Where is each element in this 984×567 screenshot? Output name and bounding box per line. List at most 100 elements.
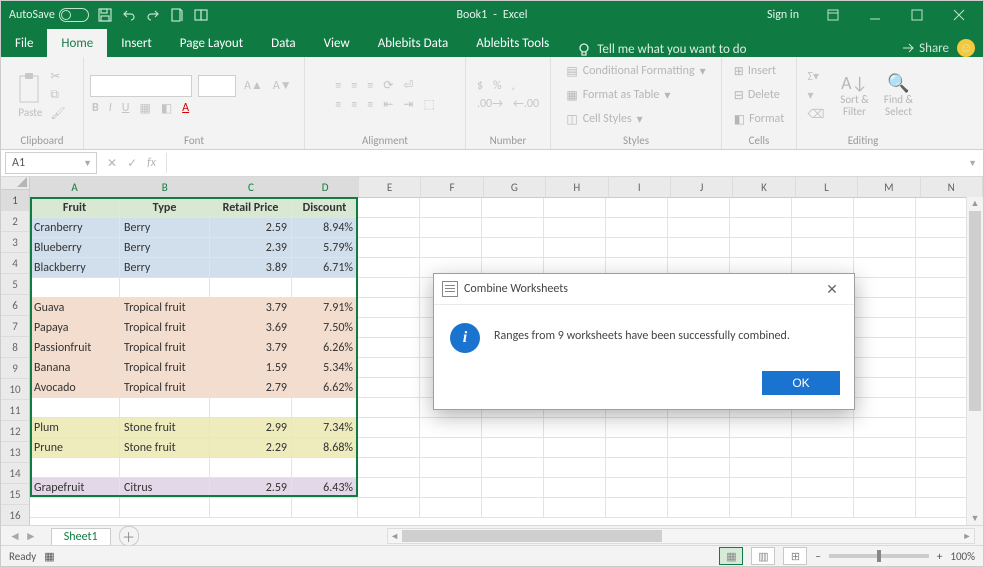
cell[interactable]: Berry [120, 238, 210, 258]
cell[interactable]: Stone fruit [120, 438, 210, 458]
cell-styles-button[interactable]: ◫Cell Styles▾ [566, 109, 642, 129]
cancel-formula-icon[interactable]: ✕ [107, 156, 117, 171]
view-layout-button[interactable]: ▥ [751, 547, 775, 565]
cell[interactable]: Stone fruit [120, 418, 210, 438]
share-button[interactable]: Share [901, 41, 949, 56]
cell[interactable] [210, 458, 292, 478]
cell[interactable]: 3.79 [210, 338, 292, 358]
add-sheet-button[interactable]: ＋ [119, 526, 139, 546]
cell[interactable] [210, 498, 292, 518]
cell[interactable]: 2.59 [210, 478, 292, 498]
cell[interactable] [730, 478, 792, 498]
cell[interactable] [358, 338, 420, 358]
cell[interactable] [544, 198, 606, 218]
cell[interactable]: 6.71% [292, 258, 358, 278]
cell[interactable] [854, 278, 916, 298]
view-pagebreak-button[interactable]: ⊞ [783, 547, 807, 565]
cell[interactable] [420, 478, 482, 498]
cell[interactable]: Tropical fruit [120, 358, 210, 378]
cell[interactable] [792, 238, 854, 258]
tab-data[interactable]: Data [257, 29, 310, 57]
smiley-icon[interactable]: ☺ [957, 39, 975, 57]
cell[interactable] [854, 458, 916, 478]
qat-new-icon[interactable] [169, 7, 185, 23]
indent-dec-icon[interactable]: ⇤ [381, 97, 395, 112]
row-header[interactable]: 4 [1, 253, 29, 274]
cell[interactable] [730, 198, 792, 218]
cell[interactable]: Grapefruit [30, 478, 120, 498]
cell[interactable] [792, 478, 854, 498]
inc-decimal-icon[interactable]: .00→ [475, 97, 505, 111]
cell[interactable]: 2.29 [210, 438, 292, 458]
cell[interactable]: Retail Price [210, 198, 292, 218]
cell[interactable] [420, 418, 482, 438]
vertical-scrollbar[interactable]: ▲ ▼ [966, 197, 983, 526]
cell[interactable]: 3.79 [210, 298, 292, 318]
cell[interactable] [792, 218, 854, 238]
cell[interactable] [358, 398, 420, 418]
cell[interactable] [420, 238, 482, 258]
row-header[interactable]: 9 [1, 358, 29, 379]
fx-icon[interactable]: fx [147, 156, 156, 170]
cell[interactable] [482, 498, 544, 518]
row-header[interactable]: 13 [1, 442, 29, 463]
tab-home[interactable]: Home [47, 29, 107, 57]
italic-button[interactable]: I [107, 101, 114, 115]
merge-icon[interactable]: ⬚ [421, 97, 436, 112]
cell[interactable]: Fruit [30, 198, 120, 218]
cell[interactable] [120, 458, 210, 478]
save-icon[interactable] [97, 7, 113, 23]
col-header[interactable]: A [30, 177, 120, 197]
cell[interactable] [358, 358, 420, 378]
cell[interactable] [292, 498, 358, 518]
insert-cells-button[interactable]: ⊞Insert [734, 61, 776, 81]
dec-decimal-icon[interactable]: ←.00 [511, 97, 541, 111]
name-box[interactable]: A1▼ [5, 152, 97, 174]
scrollbar-thumb[interactable] [969, 211, 981, 411]
font-size-combo[interactable] [198, 75, 236, 97]
col-header[interactable]: G [484, 177, 546, 197]
autosave-toggle[interactable]: AutoSave [9, 8, 89, 22]
row-header[interactable]: 14 [1, 463, 29, 484]
cell[interactable]: Tropical fruit [120, 298, 210, 318]
cell[interactable] [606, 198, 668, 218]
cell[interactable]: Passionfruit [30, 338, 120, 358]
cell[interactable]: Avocado [30, 378, 120, 398]
cell[interactable] [854, 478, 916, 498]
format-cells-button[interactable]: ◧Format [734, 109, 784, 129]
cell[interactable] [792, 438, 854, 458]
borders-icon[interactable]: ▦ [137, 101, 152, 116]
cell[interactable] [606, 238, 668, 258]
col-header[interactable]: D [293, 177, 359, 197]
cell[interactable] [606, 218, 668, 238]
cell[interactable] [30, 278, 120, 298]
cell[interactable] [420, 218, 482, 238]
scroll-left-icon[interactable]: ◄ [388, 531, 402, 542]
cell[interactable] [30, 498, 120, 518]
row-header[interactable]: 10 [1, 379, 29, 400]
row-header[interactable]: 8 [1, 337, 29, 358]
cell[interactable] [120, 498, 210, 518]
cut-icon[interactable]: ✂ [48, 69, 67, 84]
cell[interactable] [854, 318, 916, 338]
cell[interactable]: 7.34% [292, 418, 358, 438]
cell[interactable]: Guava [30, 298, 120, 318]
cell[interactable]: 1.59 [210, 358, 292, 378]
cell[interactable] [544, 438, 606, 458]
row-header[interactable]: 5 [1, 274, 29, 295]
cell[interactable] [606, 458, 668, 478]
cell[interactable] [606, 418, 668, 438]
cell[interactable] [854, 338, 916, 358]
font-color-icon[interactable]: A [180, 101, 191, 115]
cell[interactable]: 2.39 [210, 238, 292, 258]
cell[interactable]: 8.68% [292, 438, 358, 458]
cell[interactable]: Prune [30, 438, 120, 458]
format-as-table-button[interactable]: ▦Format as Table▾ [566, 85, 670, 105]
copy-icon[interactable]: ⧉ [48, 88, 67, 102]
cell[interactable] [420, 498, 482, 518]
cell[interactable] [668, 438, 730, 458]
cell[interactable] [854, 358, 916, 378]
cell[interactable] [482, 218, 544, 238]
comma-icon[interactable]: , [510, 79, 517, 93]
col-header[interactable]: K [733, 177, 795, 197]
